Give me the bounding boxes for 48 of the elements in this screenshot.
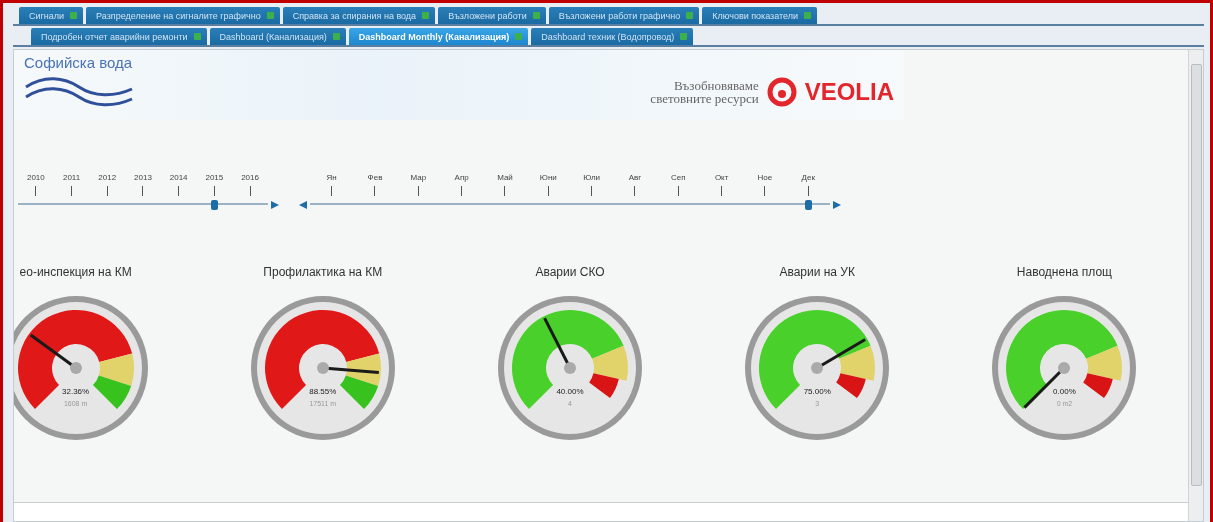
timeline-label[interactable]: 2012 bbox=[98, 173, 117, 182]
timeline-label[interactable]: 2014 bbox=[169, 173, 188, 182]
slogan: Възобновяваме световните ресурси bbox=[650, 79, 759, 105]
timeline-label[interactable]: Ян bbox=[326, 173, 337, 182]
tab[interactable]: Справка за спирания на вода bbox=[282, 7, 436, 24]
timeline-label[interactable]: Фев bbox=[367, 173, 383, 182]
tab[interactable]: Подробен отчет аварийни ремонти bbox=[31, 28, 207, 45]
timeline-label[interactable]: Юни bbox=[539, 173, 557, 182]
gauge-title: Аварии СКО bbox=[535, 265, 605, 279]
gauge-value: 88.55% bbox=[308, 387, 338, 396]
gauge-title: Наводнена площ bbox=[1016, 265, 1112, 279]
timeline-label[interactable]: Ное bbox=[757, 173, 773, 182]
gauge-title: Аварии на УК bbox=[779, 265, 855, 279]
tab[interactable]: Dashboard техник (Водопровод) bbox=[531, 28, 694, 45]
timeline-label[interactable]: Дек bbox=[801, 173, 815, 182]
gauge-value: 32.36% bbox=[61, 387, 91, 396]
gauge-value: 0.00% bbox=[1052, 387, 1077, 396]
timeline-label[interactable]: Окт bbox=[714, 173, 729, 182]
slider-handle[interactable] bbox=[210, 200, 218, 210]
tab[interactable]: Възложени работи bbox=[438, 7, 546, 24]
timeline-label[interactable]: 2011 bbox=[62, 173, 81, 182]
gauge-value: 40.00% bbox=[555, 387, 585, 396]
timeline-label[interactable]: Юли bbox=[583, 173, 601, 182]
timeline-label[interactable]: 2013 bbox=[134, 173, 152, 182]
tab[interactable]: Сигнали bbox=[19, 7, 84, 24]
partner-name: VEOLIA bbox=[804, 78, 894, 106]
timeline-label[interactable]: 2015 bbox=[205, 173, 224, 182]
right-arrow-icon[interactable] bbox=[270, 200, 280, 210]
right-arrow-icon[interactable] bbox=[832, 200, 842, 210]
timeline-label[interactable]: 2016 bbox=[241, 173, 259, 182]
timeline-label[interactable]: Май bbox=[497, 173, 513, 182]
scrollbar-thumb[interactable] bbox=[1190, 64, 1202, 486]
tab[interactable]: Dashboard (Канализация) bbox=[209, 28, 346, 45]
brand-name: Софийска вода bbox=[24, 54, 134, 71]
tab[interactable]: Възложени работи графично bbox=[548, 7, 700, 24]
timeline-label[interactable]: Апр bbox=[454, 173, 469, 182]
timeline-label[interactable]: Авг bbox=[628, 173, 642, 182]
tab[interactable]: Разпределение на сигналите графично bbox=[86, 7, 280, 24]
timeline-label[interactable]: Сеп bbox=[671, 173, 686, 182]
slider-handle[interactable] bbox=[804, 200, 812, 210]
timeline-label[interactable]: Мар bbox=[410, 173, 427, 182]
tab[interactable]: Ключови показатели bbox=[702, 7, 818, 24]
gauge-title: ео-инспекция на КМ bbox=[19, 265, 132, 279]
gauge-title: Профилактика на КМ bbox=[263, 265, 383, 279]
gauge-value: 75.00% bbox=[802, 387, 832, 396]
left-arrow-icon[interactable] bbox=[298, 200, 308, 210]
partner-logo-icon bbox=[766, 77, 797, 107]
timeline-label[interactable]: 2010 bbox=[26, 173, 45, 182]
